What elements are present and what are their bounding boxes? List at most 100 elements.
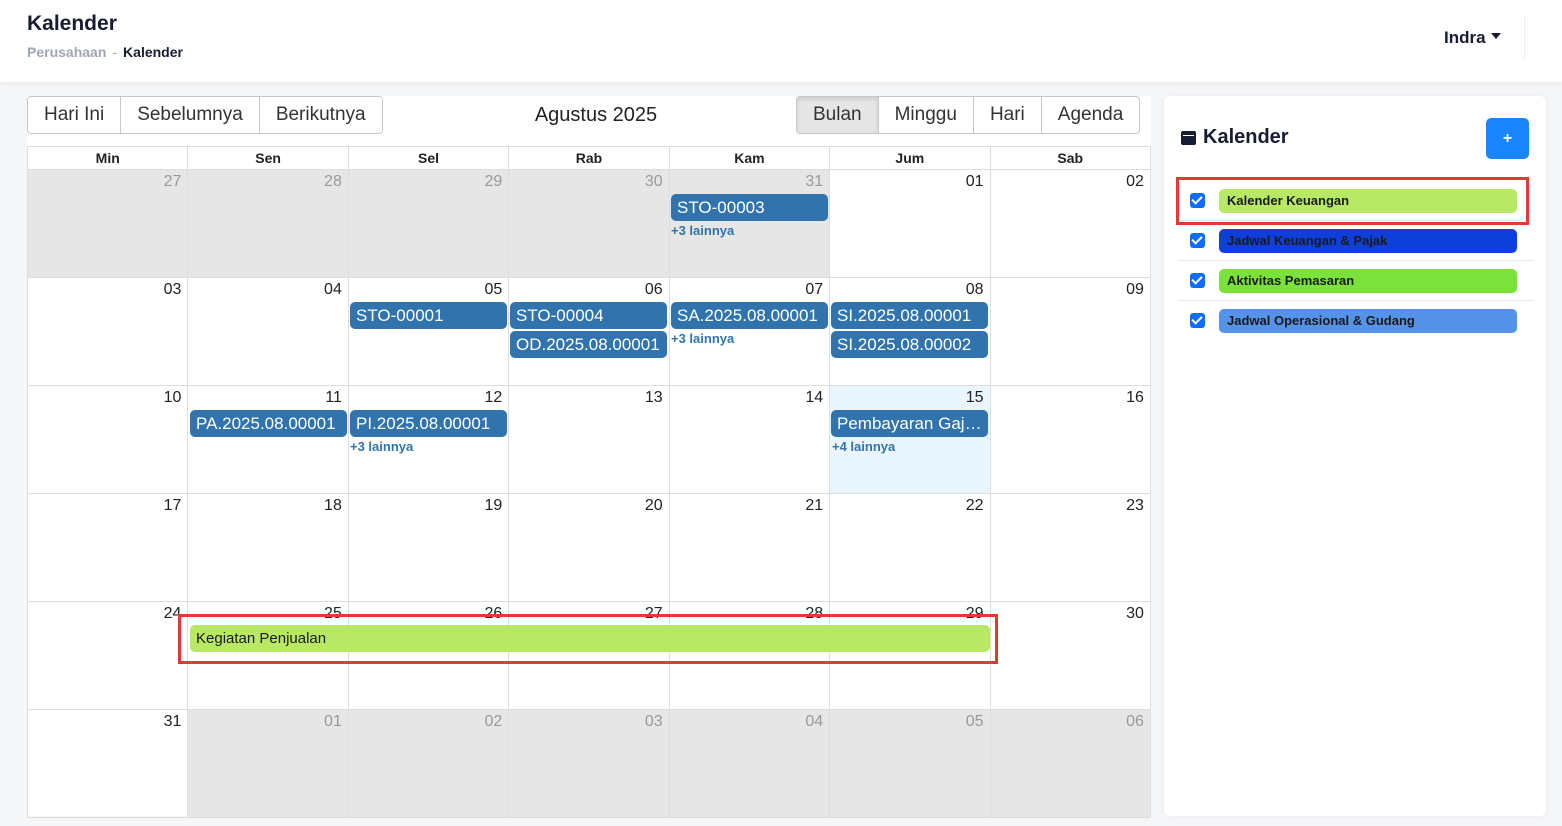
- day-cell[interactable]: 01: [829, 170, 989, 277]
- day-number[interactable]: 11: [325, 389, 342, 407]
- day-number[interactable]: 06: [645, 281, 663, 299]
- day-cell[interactable]: 24: [28, 602, 187, 709]
- day-number[interactable]: 22: [966, 497, 984, 515]
- day-number[interactable]: 10: [164, 389, 182, 407]
- day-number[interactable]: 26: [484, 605, 502, 623]
- day-number[interactable]: 21: [805, 497, 823, 515]
- day-cell[interactable]: 25: [187, 602, 347, 709]
- day-number[interactable]: 19: [484, 497, 502, 515]
- day-number[interactable]: 03: [645, 713, 663, 731]
- day-number[interactable]: 30: [645, 173, 663, 191]
- day-number[interactable]: 27: [164, 173, 182, 191]
- day-number[interactable]: 20: [645, 497, 663, 515]
- next-button[interactable]: Berikutnya: [259, 97, 382, 133]
- day-cell[interactable]: 04: [187, 278, 347, 385]
- day-cell[interactable]: 19: [347, 494, 508, 601]
- calendar-item-aktivitas-pemasaran[interactable]: Aktivitas Pemasaran: [1178, 261, 1534, 301]
- more-link[interactable]: +3 lainnya: [671, 331, 734, 346]
- day-number[interactable]: 07: [805, 281, 823, 299]
- day-number[interactable]: 12: [484, 389, 502, 407]
- day-cell[interactable]: 22: [829, 494, 989, 601]
- checkbox-checked-icon[interactable]: [1190, 193, 1205, 208]
- day-cell[interactable]: 14: [668, 386, 829, 493]
- day-number[interactable]: 28: [324, 173, 342, 191]
- day-cell[interactable]: 23: [989, 494, 1150, 601]
- calendar-item-jadwal-keuangan-pajak[interactable]: Jadwal Keuangan & Pajak: [1178, 221, 1534, 261]
- day-number[interactable]: 17: [164, 497, 182, 515]
- day-cell[interactable]: 18: [187, 494, 347, 601]
- day-number[interactable]: 08: [966, 281, 984, 299]
- day-number[interactable]: 02: [1126, 173, 1144, 191]
- day-number[interactable]: 27: [645, 605, 663, 623]
- day-cell[interactable]: 13: [508, 386, 668, 493]
- day-cell[interactable]: 03: [28, 278, 187, 385]
- day-number[interactable]: 15: [966, 389, 984, 407]
- day-number[interactable]: 05: [484, 281, 502, 299]
- day-number[interactable]: 16: [1126, 389, 1144, 407]
- day-cell[interactable]: 27: [28, 170, 188, 277]
- view-day-button[interactable]: Hari: [973, 97, 1042, 133]
- event-pa-2025-08-00001[interactable]: PA.2025.08.00001: [190, 410, 347, 437]
- event-kegiatan-penjualan[interactable]: Kegiatan Penjualan: [190, 625, 990, 652]
- day-number[interactable]: 29: [966, 605, 984, 623]
- day-number[interactable]: 29: [484, 173, 502, 191]
- day-cell[interactable]: 04: [668, 710, 830, 817]
- day-cell[interactable]: 02: [347, 710, 509, 817]
- day-cell[interactable]: 05: [347, 278, 508, 385]
- previous-button[interactable]: Sebelumnya: [121, 97, 260, 133]
- checkbox-checked-icon[interactable]: [1190, 233, 1205, 248]
- event-si-2025-08-00002[interactable]: SI.2025.08.00002: [831, 331, 988, 358]
- day-number[interactable]: 03: [164, 281, 182, 299]
- day-number[interactable]: 30: [1126, 605, 1144, 623]
- day-cell[interactable]: 27: [508, 602, 668, 709]
- day-cell[interactable]: 21: [668, 494, 829, 601]
- day-cell[interactable]: 30: [989, 602, 1150, 709]
- event-pembayaran-gaji[interactable]: Pembayaran Gaji ...: [831, 410, 988, 437]
- day-cell[interactable]: 29: [829, 602, 989, 709]
- day-number[interactable]: 31: [164, 713, 182, 731]
- day-number[interactable]: 24: [164, 605, 182, 623]
- day-number[interactable]: 05: [966, 713, 984, 731]
- day-cell[interactable]: 16: [989, 386, 1150, 493]
- event-si-2025-08-00001[interactable]: SI.2025.08.00001: [831, 302, 988, 329]
- more-link[interactable]: +3 lainnya: [671, 223, 734, 238]
- view-week-button[interactable]: Minggu: [878, 97, 974, 133]
- more-link[interactable]: +3 lainnya: [350, 439, 413, 454]
- event-sto-00001[interactable]: STO-00001: [350, 302, 507, 329]
- day-cell[interactable]: 17: [28, 494, 187, 601]
- day-number[interactable]: 06: [1126, 713, 1144, 731]
- day-number[interactable]: 23: [1126, 497, 1144, 515]
- breadcrumb-item-perusahaan[interactable]: Perusahaan: [27, 44, 106, 60]
- event-od-2025-08-00001[interactable]: OD.2025.08.00001: [510, 331, 667, 358]
- day-number[interactable]: 13: [645, 389, 663, 407]
- day-cell[interactable]: 29: [347, 170, 509, 277]
- day-cell[interactable]: 11: [187, 386, 347, 493]
- checkbox-checked-icon[interactable]: [1190, 273, 1205, 288]
- calendar-item-jadwal-operasional-gudang[interactable]: Jadwal Operasional & Gudang: [1178, 301, 1534, 341]
- calendar-item-kalender-keuangan[interactable]: Kalender Keuangan: [1178, 181, 1534, 221]
- view-month-button[interactable]: Bulan: [797, 97, 879, 133]
- more-link[interactable]: +4 lainnya: [832, 439, 895, 454]
- day-cell[interactable]: 02: [989, 170, 1150, 277]
- day-cell[interactable]: 28: [668, 602, 829, 709]
- day-cell[interactable]: 20: [508, 494, 668, 601]
- day-number[interactable]: 02: [484, 713, 502, 731]
- event-sto-00003[interactable]: STO-00003: [671, 194, 828, 221]
- day-number[interactable]: 04: [324, 281, 342, 299]
- today-button[interactable]: Hari Ini: [28, 97, 122, 133]
- event-pi-2025-08-00001[interactable]: PI.2025.08.00001: [350, 410, 507, 437]
- day-number[interactable]: 28: [805, 605, 823, 623]
- day-cell[interactable]: 10: [28, 386, 187, 493]
- day-cell[interactable]: 31: [28, 710, 187, 817]
- day-cell[interactable]: 09: [989, 278, 1150, 385]
- day-cell[interactable]: 28: [187, 170, 348, 277]
- user-menu[interactable]: Indra: [1444, 28, 1501, 48]
- day-number[interactable]: 31: [805, 173, 823, 191]
- day-number[interactable]: 01: [324, 713, 342, 731]
- day-cell[interactable]: 06: [989, 710, 1150, 817]
- event-sto-00004[interactable]: STO-00004: [510, 302, 667, 329]
- day-number[interactable]: 04: [805, 713, 823, 731]
- day-cell[interactable]: 03: [508, 710, 669, 817]
- day-cell[interactable]: 26: [347, 602, 508, 709]
- day-number[interactable]: 25: [324, 605, 342, 623]
